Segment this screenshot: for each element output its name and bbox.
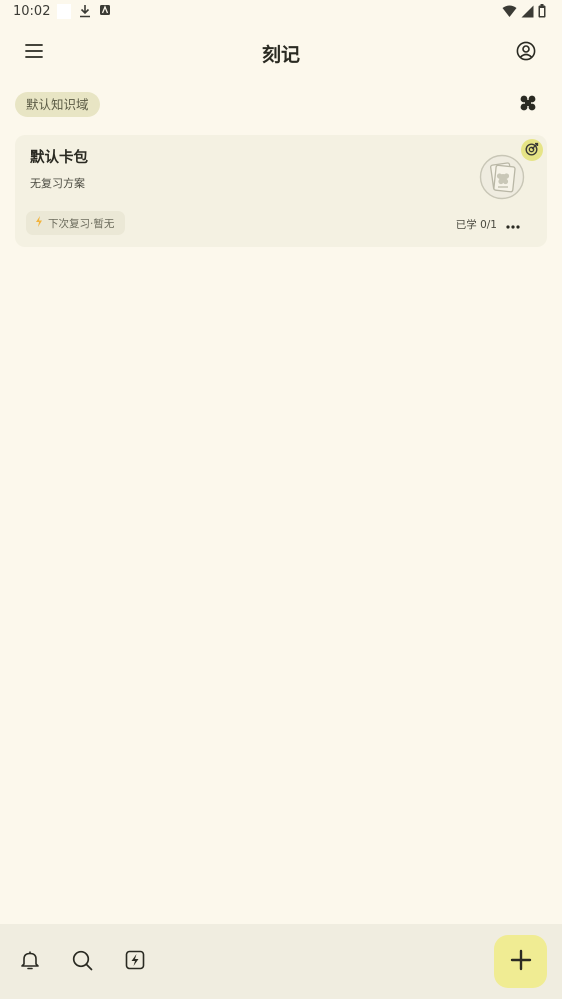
add-button[interactable] [494, 935, 547, 988]
app-screen: 10:02 刻记 默认知识域 默认卡包 无复习方案 下次复习·暂无 已学 0/1 [0, 0, 562, 999]
deck-title: 默认卡包 [30, 150, 88, 166]
search-icon [72, 950, 93, 975]
next-review-text: 下次复习·暂无 [48, 217, 115, 230]
account-circle-icon [516, 41, 536, 65]
more-options-button[interactable] [501, 212, 525, 234]
battery-icon [538, 4, 546, 22]
plus-icon [510, 949, 532, 975]
app-header: 刻记 [0, 28, 562, 78]
checkin-badge-icon [525, 141, 539, 160]
bolt-icon [35, 216, 43, 230]
flash-review-button[interactable] [121, 948, 149, 976]
view-toggle-button[interactable] [518, 95, 538, 115]
wifi-icon [502, 5, 517, 22]
knowledge-domain-chip[interactable]: 默认知识域 [15, 92, 100, 117]
learned-progress: 已学 0/1 [455, 219, 497, 231]
next-review-chip: 下次复习·暂无 [26, 211, 126, 235]
download-icon [78, 4, 92, 18]
flash-card-icon [125, 950, 145, 974]
notifications-button[interactable] [16, 948, 44, 976]
notification-placeholder [57, 4, 71, 19]
bottom-toolbar [0, 924, 562, 999]
page-title: 刻记 [261, 44, 300, 66]
checkin-badge[interactable] [521, 139, 543, 161]
deck-thumbnail-icon [479, 154, 525, 200]
status-right-icons [502, 4, 546, 22]
deck-subtitle: 无复习方案 [30, 177, 85, 190]
account-button[interactable] [512, 39, 540, 67]
search-button[interactable] [68, 948, 96, 976]
bell-icon [20, 950, 40, 975]
app-notification-icon [99, 4, 113, 18]
status-time: 10:02 [13, 4, 51, 19]
grid-view-icon [520, 95, 536, 115]
status-bar: 10:02 [0, 0, 562, 24]
more-horizontal-icon [506, 214, 520, 233]
signal-icon [521, 5, 534, 22]
deck-card[interactable]: 默认卡包 无复习方案 下次复习·暂无 已学 0/1 [15, 135, 547, 247]
